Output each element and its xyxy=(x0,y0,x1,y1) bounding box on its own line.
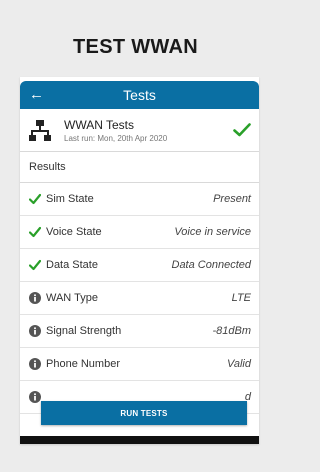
app-bar: ← Tests xyxy=(20,81,259,109)
result-label: WAN Type xyxy=(46,292,98,304)
wwan-test-card[interactable]: WWAN Tests Last run: Mon, 20th Apr 2020 xyxy=(20,109,259,152)
result-row-voice-state: Voice State Voice in service xyxy=(20,216,259,249)
info-icon xyxy=(29,391,41,403)
check-icon xyxy=(29,193,41,205)
phone-screen: ← Tests WWAN Tests Last run: Mon, 20th A… xyxy=(20,77,259,444)
result-label: Sim State xyxy=(46,193,94,205)
result-value: Voice in service xyxy=(174,226,251,238)
results-list: Sim State Present Voice State Voice in s… xyxy=(20,183,259,414)
page-title: TEST WWAN xyxy=(73,36,198,58)
result-row-signal-strength: Signal Strength -81dBm xyxy=(20,315,259,348)
result-label: Data State xyxy=(46,259,98,271)
result-row-sim-state: Sim State Present xyxy=(20,183,259,216)
result-value: Data Connected xyxy=(171,259,252,271)
result-value: Valid xyxy=(226,358,251,370)
result-row-wan-type: WAN Type LTE xyxy=(20,282,259,315)
check-icon xyxy=(29,259,41,271)
check-icon xyxy=(29,226,41,238)
result-value: -81dBm xyxy=(212,325,251,337)
info-icon xyxy=(29,358,41,370)
app-bar-title: Tests xyxy=(123,87,156,103)
result-label: Signal Strength xyxy=(46,325,122,337)
results-section-header: Results xyxy=(20,152,259,183)
network-icon xyxy=(29,120,51,141)
info-icon xyxy=(29,292,41,304)
result-row-phone-number: Phone Number Valid xyxy=(20,348,259,381)
result-label: Phone Number xyxy=(46,358,120,370)
results-label: Results xyxy=(29,161,66,173)
result-row-data-state: Data State Data Connected xyxy=(20,249,259,282)
check-icon xyxy=(233,123,251,137)
run-tests-button[interactable]: RUN TESTS xyxy=(41,401,247,425)
result-label: Voice State xyxy=(46,226,102,238)
result-value: LTE xyxy=(231,292,251,304)
result-value: Present xyxy=(213,193,251,205)
test-card-last-run: Last run: Mon, 20th Apr 2020 xyxy=(64,134,168,143)
test-card-title: WWAN Tests xyxy=(64,118,135,132)
info-icon xyxy=(29,325,41,337)
bottom-nav-bar xyxy=(20,436,259,444)
